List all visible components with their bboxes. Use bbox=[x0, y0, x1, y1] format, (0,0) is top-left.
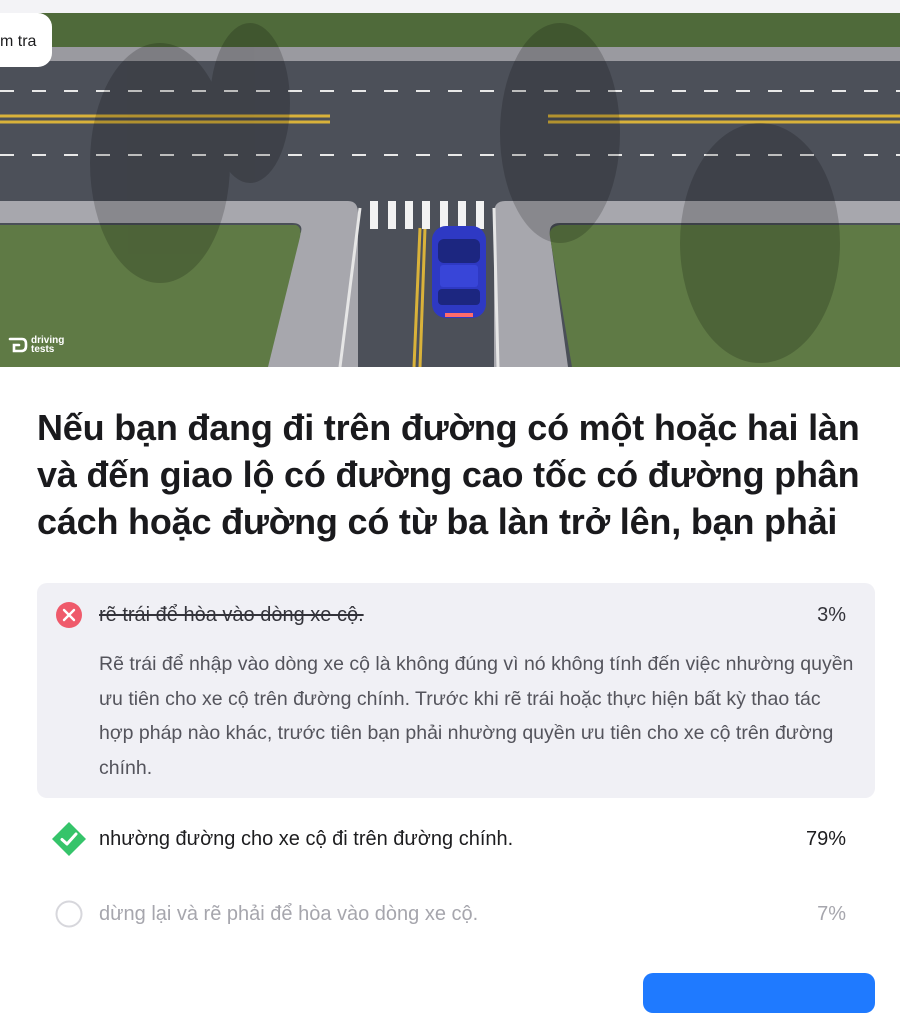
car-intersection-illustration bbox=[0, 13, 900, 367]
blue-car bbox=[432, 226, 486, 318]
question-illustration bbox=[0, 13, 900, 367]
brand-text: driving tests bbox=[31, 335, 65, 355]
brand-logo: driving tests bbox=[8, 335, 64, 355]
next-button[interactable] bbox=[643, 973, 875, 1013]
answer-option-neutral-label[interactable]: dừng lại và rẽ phải để hòa vào dòng xe c… bbox=[99, 903, 478, 926]
question-title: Nếu bạn đang đi trên đường có một hoặc h… bbox=[37, 407, 860, 542]
answer-option-correct-percent: 79% bbox=[805, 828, 846, 850]
back-button-label[interactable]: m tra bbox=[0, 33, 36, 51]
top-strip bbox=[0, 0, 900, 13]
answer-option-wrong-label[interactable]: rẽ trái để hòa vào dòng xe cộ. bbox=[99, 604, 364, 627]
answer-option-neutral-percent: 7% bbox=[817, 903, 846, 925]
answer-option-correct-label[interactable]: nhường đường cho xe cộ đi trên đường chí… bbox=[99, 828, 513, 851]
driving-tests-logo-icon bbox=[8, 337, 28, 353]
answer-explanation: Rẽ trái để nhập vào dòng xe cộ là không … bbox=[99, 653, 854, 779]
empty-circle-icon bbox=[55, 900, 83, 928]
answer-option-wrong-percent: 3% bbox=[817, 604, 846, 626]
x-circle-icon bbox=[56, 602, 82, 628]
check-diamond-icon bbox=[52, 822, 86, 856]
